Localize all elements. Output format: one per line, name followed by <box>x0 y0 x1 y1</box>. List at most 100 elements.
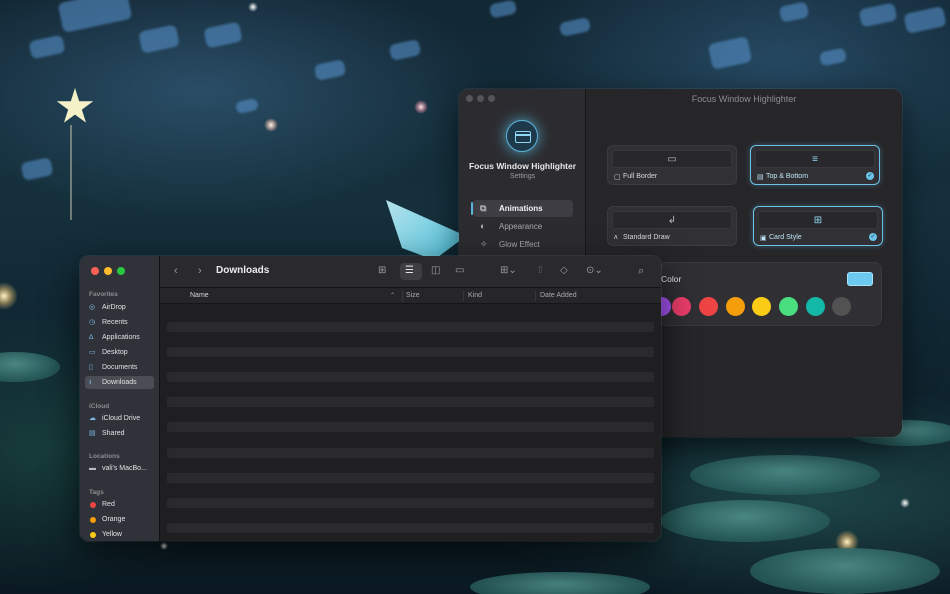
style-card-card-style[interactable]: ⊞ ▣ Card Style ✓ <box>753 206 883 246</box>
zoom-button[interactable] <box>117 267 125 275</box>
minimize-button[interactable] <box>104 267 112 275</box>
wallpaper-leaf <box>234 97 260 115</box>
airdrop-icon: ◎ <box>89 304 96 311</box>
wallpaper-star <box>56 88 94 123</box>
sidebar-item-label: Shared <box>102 430 125 437</box>
column-divider <box>402 291 403 301</box>
color-swatch-pink[interactable] <box>672 297 691 316</box>
color-swatch-teal[interactable] <box>806 297 825 316</box>
column-kind[interactable]: Kind <box>468 292 482 299</box>
section-locations: Locations <box>89 453 120 460</box>
sidebar-item-recents[interactable]: ◷ Recents <box>85 316 154 329</box>
color-swatch-green[interactable] <box>779 297 798 316</box>
top-bottom-lines-icon: ≡ <box>812 154 818 165</box>
sidebar-item-label: vali's MacBo... <box>102 465 147 472</box>
icon-view-icon[interactable]: ⊞ <box>378 265 386 276</box>
close-button[interactable] <box>466 95 473 102</box>
list-row <box>167 523 654 533</box>
sidebar-item-icloud-drive[interactable]: ☁ iCloud Drive <box>85 412 154 425</box>
sidebar-item-shared[interactable]: ▤ Shared <box>85 427 154 440</box>
sidebar-item-tag-yellow[interactable]: Yellow <box>85 528 154 541</box>
sparkle-icon: ✧ <box>480 239 488 249</box>
list-row <box>167 498 654 508</box>
color-swatch-yellow[interactable] <box>752 297 771 316</box>
group-by-icon[interactable]: ⊞⌄ <box>500 265 517 276</box>
draw-icon: ʌ <box>614 234 618 241</box>
app-subtitle: Settings <box>509 173 536 180</box>
list-row <box>167 322 654 332</box>
share-icon[interactable]: ⇧ <box>536 265 544 276</box>
nav-item-appearance[interactable]: ◐ Appearance <box>473 218 573 235</box>
wallpaper-leaf <box>488 0 518 19</box>
column-size[interactable]: Size <box>406 292 420 299</box>
download-icon: ⭳ <box>89 379 92 386</box>
forward-chevron-icon[interactable]: › <box>198 265 202 277</box>
square-icon: ▢ <box>614 174 621 181</box>
tag-dot-icon <box>90 502 96 508</box>
top-bottom-icon: ▤ <box>757 174 764 181</box>
list-row <box>167 448 654 458</box>
finder-window: Favorites ◎ AirDrop ◷ Recents ∆ Applicat… <box>80 256 661 541</box>
nav-item-animations[interactable]: ⧉ Animations <box>471 200 573 217</box>
current-color-well[interactable] <box>847 272 873 286</box>
layers-icon: ⧉ <box>480 203 487 213</box>
wallpaper-firefly <box>900 498 910 508</box>
sort-chevron-icon: ⌃ <box>390 293 396 299</box>
tag-dot-icon <box>90 517 96 523</box>
window-title: Focus Window Highlighter <box>691 94 797 104</box>
sidebar-item-applications[interactable]: ∆ Applications <box>85 331 154 344</box>
sidebar-item-label: Downloads <box>102 379 137 386</box>
sidebar-item-documents[interactable]: ▯ Documents <box>85 361 154 374</box>
wallpaper-firefly <box>0 282 18 310</box>
wallpaper-leaf <box>778 1 810 23</box>
sidebar-item-downloads[interactable]: ⭳ Downloads <box>85 376 154 389</box>
list-row <box>167 372 654 382</box>
wallpaper-leaf <box>558 17 592 37</box>
column-name[interactable]: Name <box>190 292 209 299</box>
gallery-view-icon[interactable]: ▭ <box>455 265 464 276</box>
wallpaper-lilypad <box>0 352 60 382</box>
wallpaper-firefly <box>248 2 258 12</box>
sidebar-item-desktop[interactable]: ▭ Desktop <box>85 346 154 359</box>
palette-icon: ◐ <box>480 221 486 231</box>
style-label: Card Style <box>769 234 802 241</box>
column-divider <box>463 291 464 301</box>
column-date-added[interactable]: Date Added <box>540 292 577 299</box>
card-icon: ▣ <box>760 235 767 242</box>
draw-path-icon: ↲ <box>667 215 677 226</box>
finder-toolbar: ‹ › Downloads ⊞ ☰ ◫ ▭ ⊞⌄ ⇧ ◇ ⊙⌄ ⌕ <box>160 256 661 288</box>
color-swatch-red[interactable] <box>699 297 718 316</box>
document-icon: ▯ <box>89 364 93 371</box>
style-label: Top & Bottom <box>766 173 809 180</box>
app-icon <box>506 120 538 152</box>
sidebar-item-label: Orange <box>102 516 126 523</box>
checkmark-icon: ✓ <box>869 233 877 241</box>
wallpaper-leaf <box>138 24 180 54</box>
zoom-button[interactable] <box>488 95 495 102</box>
search-icon[interactable]: ⌕ <box>638 265 644 278</box>
sidebar-item-tag-orange[interactable]: Orange <box>85 513 154 526</box>
column-view-icon[interactable]: ◫ <box>431 265 440 276</box>
more-options-icon[interactable]: ⊙⌄ <box>586 265 603 276</box>
sidebar-item-tag-red[interactable]: Red <box>85 498 154 511</box>
wallpaper-lilypad <box>660 500 830 542</box>
color-swatch-gray[interactable] <box>832 297 851 316</box>
rounded-rect-icon: ▭ <box>667 154 677 165</box>
wallpaper-leaf <box>28 34 66 60</box>
sidebar-item-macbook[interactable]: ▬ vali's MacBo... <box>85 462 154 475</box>
style-card-top-bottom[interactable]: ≡ ▤ Top & Bottom ✓ <box>750 145 880 185</box>
minimize-button[interactable] <box>477 95 484 102</box>
wallpaper-leaf <box>20 157 54 181</box>
sidebar-item-airdrop[interactable]: ◎ AirDrop <box>85 301 154 314</box>
shared-folder-icon: ▤ <box>89 430 96 437</box>
close-button[interactable] <box>91 267 99 275</box>
section-icloud: iCloud <box>89 403 110 410</box>
tag-icon[interactable]: ◇ <box>560 265 568 276</box>
style-card-full-border[interactable]: ▭ ▢ Full Border <box>607 145 737 185</box>
style-card-standard-draw[interactable]: ↲ ʌ Standard Draw <box>607 206 737 246</box>
back-chevron-icon[interactable]: ‹ <box>174 265 178 277</box>
nav-item-label: Glow Effect <box>499 240 540 249</box>
color-swatch-orange[interactable] <box>726 297 745 316</box>
nav-item-glow-effect[interactable]: ✧ Glow Effect <box>473 236 573 253</box>
wallpaper-leaf <box>818 47 848 67</box>
